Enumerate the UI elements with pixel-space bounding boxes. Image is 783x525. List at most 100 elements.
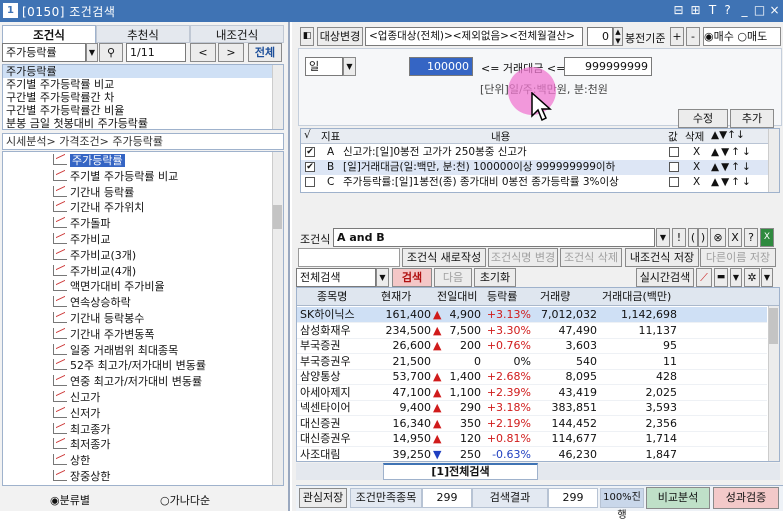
tree-item[interactable]: 신고가: [53, 390, 100, 406]
delete-row-button[interactable]: X: [693, 175, 700, 190]
result-row[interactable]: 대신증권16,340▲350+2.19%144,4522,356: [297, 416, 767, 432]
condition-search-input[interactable]: 주가등락률: [2, 43, 86, 62]
excel-icon[interactable]: X: [760, 228, 774, 247]
tree-item[interactable]: 52주 최고가/저가대비 변동률: [53, 358, 206, 374]
indicator-row[interactable]: ✔B[일]거래대금(일:백만, 분:천) 100000이상 999999999이…: [301, 160, 779, 175]
delete-row-button[interactable]: X: [693, 160, 700, 175]
grid-icon[interactable]: ⊞: [688, 3, 703, 18]
result-row[interactable]: 부국증권26,600▲200+0.76%3,60395: [297, 338, 767, 354]
close-icon[interactable]: ×: [767, 3, 782, 18]
tree-item[interactable]: 주가비교(3개): [53, 248, 136, 264]
close-paren-button[interactable]: ): [698, 228, 708, 247]
condition-name-field[interactable]: [298, 248, 400, 267]
list-item[interactable]: 분봉 금일 첫봉대비 주가등락률: [3, 117, 283, 130]
delete-row-button[interactable]: X: [693, 145, 700, 160]
tree-item[interactable]: 일중 거래범위 최대종목: [53, 343, 178, 359]
list-item[interactable]: 주기별 주가등락률 비교: [3, 78, 283, 91]
tree-item[interactable]: 연속상승하락: [53, 295, 131, 311]
search-icon[interactable]: ⚲: [99, 43, 123, 62]
list-item[interactable]: 주가등락률: [3, 65, 283, 78]
result-row[interactable]: 대신증권우14,950▲120+0.81%114,6771,714: [297, 431, 767, 447]
expr-dropdown-button[interactable]: ▼: [656, 228, 670, 247]
minus-button[interactable]: -: [686, 27, 700, 46]
spin-icon[interactable]: ▲▼: [613, 27, 623, 46]
open-paren-button[interactable]: (: [688, 228, 698, 247]
tree-item[interactable]: 최고종가: [53, 422, 110, 438]
list-icon[interactable]: ▬: [714, 268, 728, 287]
tab-all-search[interactable]: [1]전체검색: [383, 463, 538, 480]
not-button[interactable]: !: [672, 228, 686, 247]
list-scrollbar[interactable]: [272, 65, 283, 129]
compare-analysis-button[interactable]: 비교분석: [646, 487, 710, 509]
tree-item[interactable]: 시가(장중): [53, 485, 119, 486]
dropdown-arrow-icon[interactable]: ▼: [730, 268, 742, 287]
expand-icon[interactable]: ◧: [300, 27, 314, 46]
row-checkbox[interactable]: ✔: [305, 147, 315, 157]
indicator-row[interactable]: ✔A신고가:[일]0봉전 고가가 250봉중 신고가X▲▼↑↓: [301, 145, 779, 160]
scrollbar-thumb[interactable]: [769, 308, 778, 344]
row-checkbox[interactable]: [305, 177, 315, 187]
add-button[interactable]: 추가: [730, 109, 774, 128]
next-page-button[interactable]: >: [218, 43, 244, 62]
move-arrows[interactable]: ▲▼↑↓: [711, 160, 753, 175]
maximize-icon[interactable]: □: [752, 3, 767, 18]
tree-item[interactable]: 신저가: [53, 406, 100, 422]
save-as-button[interactable]: 다른이름 저장: [700, 248, 776, 267]
expr-help-button[interactable]: ?: [744, 228, 758, 247]
clear-button[interactable]: X: [728, 228, 742, 247]
rename-condition-button[interactable]: 조건식명 변경: [488, 248, 558, 267]
tree-item[interactable]: 장중상한: [53, 469, 110, 485]
max-value-input[interactable]: 999999999: [564, 57, 652, 76]
reset-button[interactable]: 초기화: [474, 268, 516, 287]
result-row[interactable]: SK하이닉스161,400▲4,900+3.13%7,012,0321,142,…: [297, 307, 767, 323]
period-select[interactable]: 일: [305, 57, 343, 76]
search-button[interactable]: 검색: [392, 268, 432, 287]
tree-scrollbar[interactable]: [272, 152, 283, 485]
scrollbar-thumb[interactable]: [273, 205, 282, 229]
save-my-condition-button[interactable]: 내조건식 저장: [625, 248, 699, 267]
value-checkbox[interactable]: [669, 162, 679, 172]
dropdown-arrow-icon[interactable]: ▼: [343, 57, 356, 76]
list-item[interactable]: 구간별 주가등락률간 차: [3, 91, 283, 104]
tree-item[interactable]: 주가돌파: [53, 216, 110, 232]
result-row[interactable]: 사조대림39,250▼250-0.63%46,2301,847: [297, 447, 767, 463]
chart-icon[interactable]: ⟋: [696, 268, 712, 287]
dropdown-arrow-icon[interactable]: ▼: [761, 268, 773, 287]
tab-conditions[interactable]: 조건식: [2, 25, 96, 43]
result-row[interactable]: 넥센타이어9,400▲290+3.18%383,8513,593: [297, 400, 767, 416]
move-arrows[interactable]: ▲▼↑↓: [711, 175, 753, 190]
sell-radio[interactable]: 매도: [747, 30, 767, 43]
link-icon[interactable]: ⊟: [671, 3, 686, 18]
list-item[interactable]: 구간별 주가등락률간 비율: [3, 104, 283, 117]
result-row[interactable]: 삼양통상53,700▲1,400+2.68%8,095428: [297, 369, 767, 385]
realtime-search-button[interactable]: 실시간검색: [636, 268, 694, 287]
tree-item[interactable]: 상한: [53, 453, 90, 469]
save-favorites-button[interactable]: 관심저장: [299, 488, 347, 508]
expression-input[interactable]: A and B: [333, 228, 655, 247]
minimize-icon[interactable]: _: [737, 3, 752, 18]
tab-my-conditions[interactable]: 내조건식: [190, 25, 284, 43]
bar-offset-input[interactable]: 0: [587, 27, 613, 46]
tab-recommended[interactable]: 추천식: [96, 25, 190, 43]
prev-page-button[interactable]: <: [190, 43, 216, 62]
row-checkbox[interactable]: ✔: [305, 162, 315, 172]
tree-item[interactable]: 주가비교(4개): [53, 264, 136, 280]
all-button[interactable]: 전체: [248, 43, 282, 62]
radio-by-category[interactable]: ◉분류별: [50, 492, 90, 508]
tree-item[interactable]: 기간내 등락봉수: [53, 311, 144, 327]
tree-item[interactable]: 연중 최고가/저가대비 변동률: [53, 374, 202, 390]
font-icon[interactable]: T: [705, 3, 720, 18]
buy-radio[interactable]: 매수: [714, 30, 734, 43]
new-condition-button[interactable]: 조건식 새로작성: [402, 248, 486, 267]
next-button[interactable]: 다음: [434, 268, 472, 287]
change-target-button[interactable]: 대상변경: [317, 27, 363, 46]
result-row[interactable]: 부국증권우21,50000%54011: [297, 354, 767, 370]
tree-item[interactable]: 주가비교: [53, 232, 110, 248]
tree-item[interactable]: 기간내 주가위치: [53, 200, 144, 216]
search-scope-select[interactable]: 전체검색: [296, 268, 376, 287]
tree-item[interactable]: 최저종가: [53, 437, 110, 453]
indicator-row[interactable]: C주가등락률:[일]1봉전(종) 종가대비 0봉전 종가등락률 3%이상X▲▼↑…: [301, 175, 779, 190]
tree-item[interactable]: 기간내 등락률: [53, 185, 134, 201]
plus-button[interactable]: +: [670, 27, 684, 46]
edit-button[interactable]: 수정: [678, 109, 728, 128]
